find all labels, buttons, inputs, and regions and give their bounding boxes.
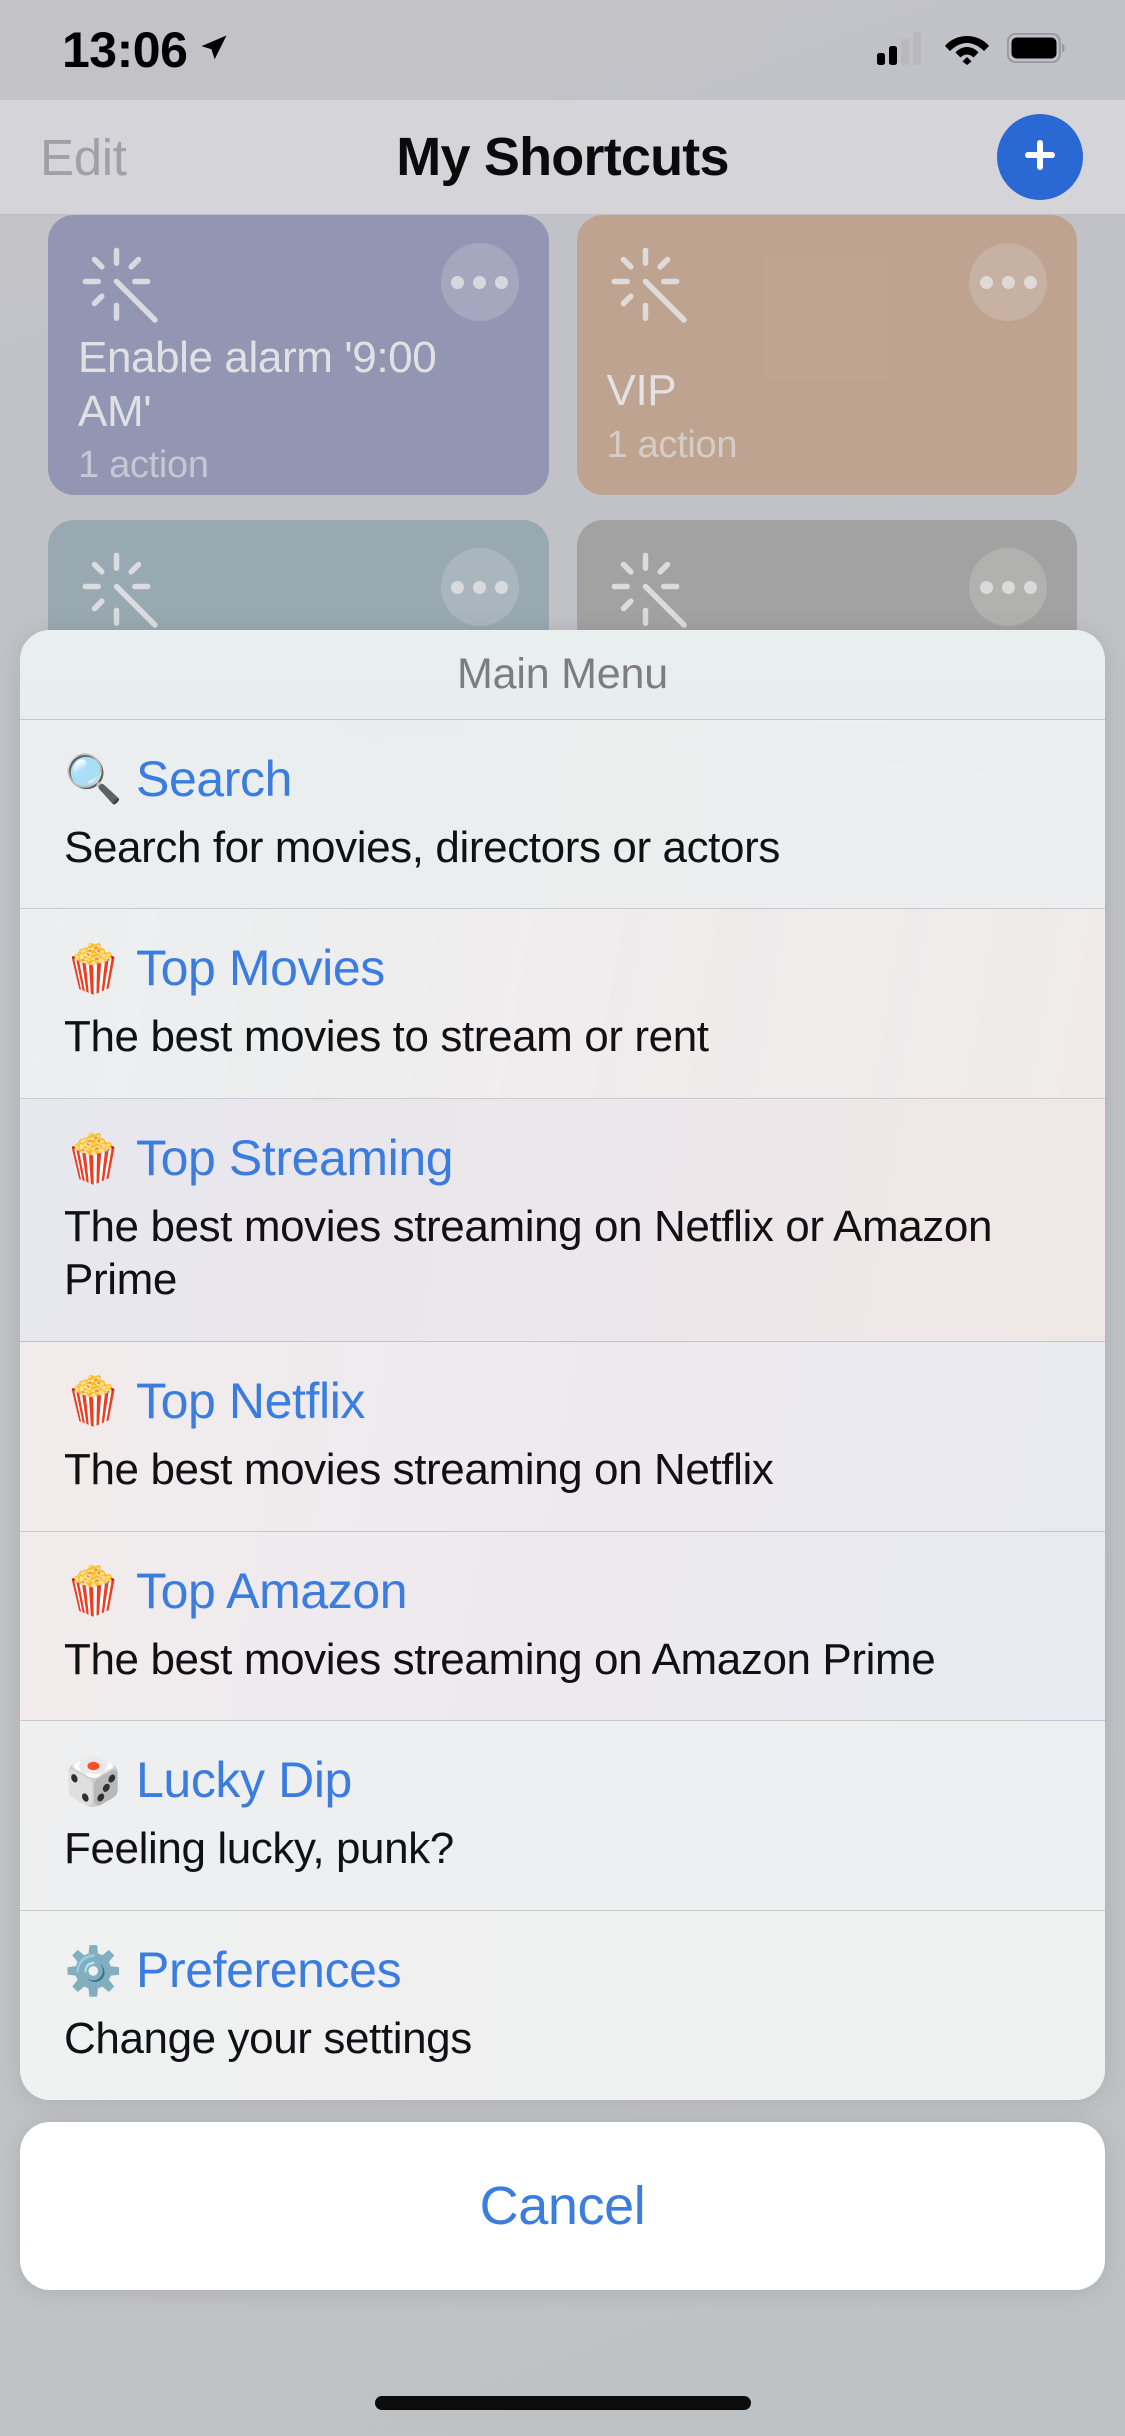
action-sheet-container: Main Menu 🔍 Search Search for movies, di… xyxy=(20,629,1105,2290)
menu-item-description: The best movies streaming on Netflix or … xyxy=(64,1202,993,1305)
menu-item-top-streaming[interactable]: 🍿 Top Streaming The best movies streamin… xyxy=(20,1099,1105,1342)
menu-item-top-amazon[interactable]: 🍿 Top Amazon The best movies streaming o… xyxy=(20,1531,1105,1722)
menu-item-description: Search for movies, directors or actors xyxy=(64,822,780,872)
gear-icon: ⚙️ xyxy=(64,1943,123,1997)
menu-item-preferences[interactable]: ⚙️ Preferences Change your settings xyxy=(20,1911,1105,2100)
action-sheet-title: Main Menu xyxy=(20,629,1105,720)
menu-item-label: Search xyxy=(136,750,293,807)
menu-item-top-movies[interactable]: 🍿 Top Movies The best movies to stream o… xyxy=(20,909,1105,1100)
navigation-bar: Edit My Shortcuts xyxy=(0,100,1125,215)
menu-item-description: Change your settings xyxy=(64,2014,472,2064)
menu-item-lucky-dip[interactable]: 🎲 Lucky Dip Feeling lucky, punk? xyxy=(20,1721,1105,1912)
home-indicator[interactable] xyxy=(374,2396,751,2410)
status-bar: 13:06 xyxy=(0,0,1125,100)
menu-item-title-row: 🍿 Top Amazon xyxy=(64,1562,1061,1620)
page-title: My Shortcuts xyxy=(396,127,729,187)
menu-item-label: Top Movies xyxy=(136,940,385,997)
menu-item-top-netflix[interactable]: 🍿 Top Netflix The best movies streaming … xyxy=(20,1341,1105,1532)
menu-item-description: The best movies streaming on Netflix xyxy=(64,1444,774,1494)
phone-screen: Enable alarm '9:00 AM' 1 action VIP 1 ac… xyxy=(0,0,1125,2436)
menu-item-search[interactable]: 🔍 Search Search for movies, directors or… xyxy=(20,719,1105,910)
popcorn-icon: 🍿 xyxy=(64,1564,123,1618)
edit-button[interactable]: Edit xyxy=(40,128,127,187)
status-bar-right xyxy=(877,30,1067,70)
popcorn-icon: 🍿 xyxy=(64,941,123,995)
status-bar-clock: 13:06 xyxy=(62,22,188,78)
menu-item-label: Top Streaming xyxy=(136,1130,454,1187)
menu-item-description: The best movies to stream or rent xyxy=(64,1012,709,1062)
cancel-button[interactable]: Cancel xyxy=(20,2122,1105,2290)
action-sheet: Main Menu 🔍 Search Search for movies, di… xyxy=(20,629,1105,2100)
menu-item-title-row: 🍿 Top Movies xyxy=(64,939,1061,997)
wifi-icon xyxy=(943,30,991,70)
menu-item-description: Feeling lucky, punk? xyxy=(64,1824,454,1874)
dice-icon: 🎲 xyxy=(64,1753,123,1807)
menu-item-title-row: 🎲 Lucky Dip xyxy=(64,1751,1061,1809)
menu-item-title-row: 🍿 Top Netflix xyxy=(64,1372,1061,1430)
menu-item-description: The best movies streaming on Amazon Prim… xyxy=(64,1634,936,1684)
menu-item-title-row: 🍿 Top Streaming xyxy=(64,1129,1061,1187)
menu-item-label: Lucky Dip xyxy=(136,1752,352,1809)
menu-item-label: Preferences xyxy=(136,1942,402,1999)
add-shortcut-button[interactable] xyxy=(997,114,1083,200)
search-icon: 🔍 xyxy=(64,752,123,806)
battery-full-icon xyxy=(1006,32,1067,68)
popcorn-icon: 🍿 xyxy=(64,1131,123,1185)
location-arrow-icon xyxy=(199,33,229,68)
menu-item-label: Top Netflix xyxy=(136,1372,366,1429)
menu-item-label: Top Amazon xyxy=(136,1562,408,1619)
status-bar-left: 13:06 xyxy=(62,21,229,79)
menu-item-title-row: ⚙️ Preferences xyxy=(64,1941,1061,1999)
plus-icon xyxy=(1018,133,1062,182)
menu-item-title-row: 🔍 Search xyxy=(64,750,1061,808)
popcorn-icon: 🍿 xyxy=(64,1374,123,1428)
cellular-bars-icon xyxy=(877,31,927,70)
